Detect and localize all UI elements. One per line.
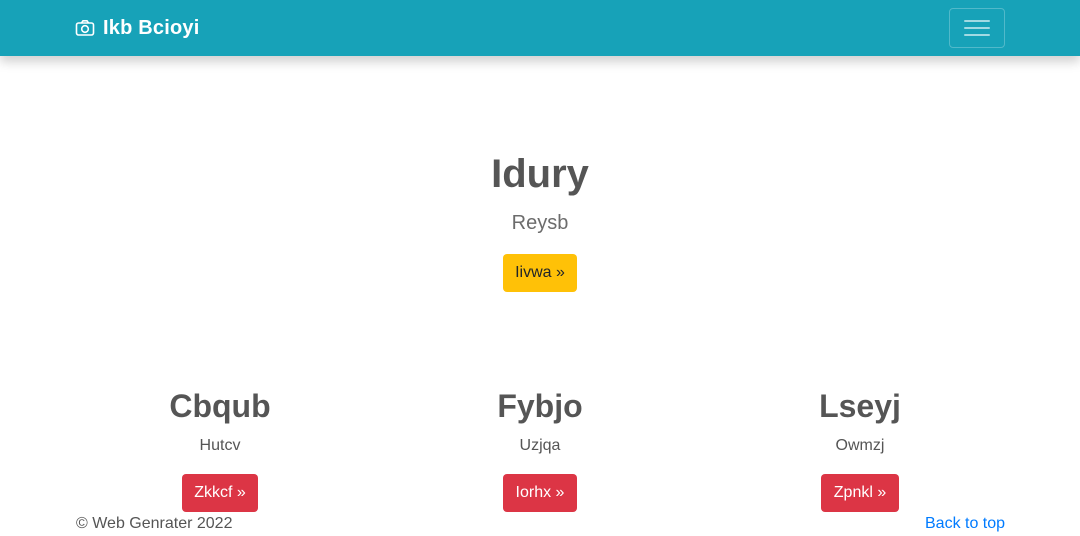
column-title-1: Cbqub <box>169 388 271 424</box>
column-title-2: Fybjo <box>497 388 583 424</box>
brand-name: Ikb Bcioyi <box>103 16 200 39</box>
column-text-3: Owmzj <box>835 437 885 454</box>
brand-link[interactable]: Ikb Bcioyi <box>75 16 199 40</box>
column-text-2: Uzjqa <box>519 437 561 454</box>
column-button-1[interactable]: Zkkcf » <box>182 474 258 512</box>
back-to-top-link[interactable]: Back to top <box>925 515 1005 533</box>
hamburger-menu-icon <box>964 18 990 38</box>
column-button-3[interactable]: Zpnkl » <box>821 474 899 512</box>
hero-subtitle: Reysb <box>511 212 569 234</box>
top-navbar: Ikb Bcioyi <box>0 0 1080 56</box>
column-title-3: Lseyj <box>819 388 901 424</box>
navbar-toggle-button[interactable] <box>949 8 1005 48</box>
camera-icon <box>75 18 95 38</box>
hero-cta-button[interactable]: Iivwa » <box>503 254 577 292</box>
column-button-2[interactable]: Iorhx » <box>503 474 577 512</box>
hero-title: Idury <box>491 152 589 196</box>
footer-copyright: © Web Genrater 2022 <box>76 515 233 532</box>
column-text-1: Hutcv <box>199 437 241 454</box>
